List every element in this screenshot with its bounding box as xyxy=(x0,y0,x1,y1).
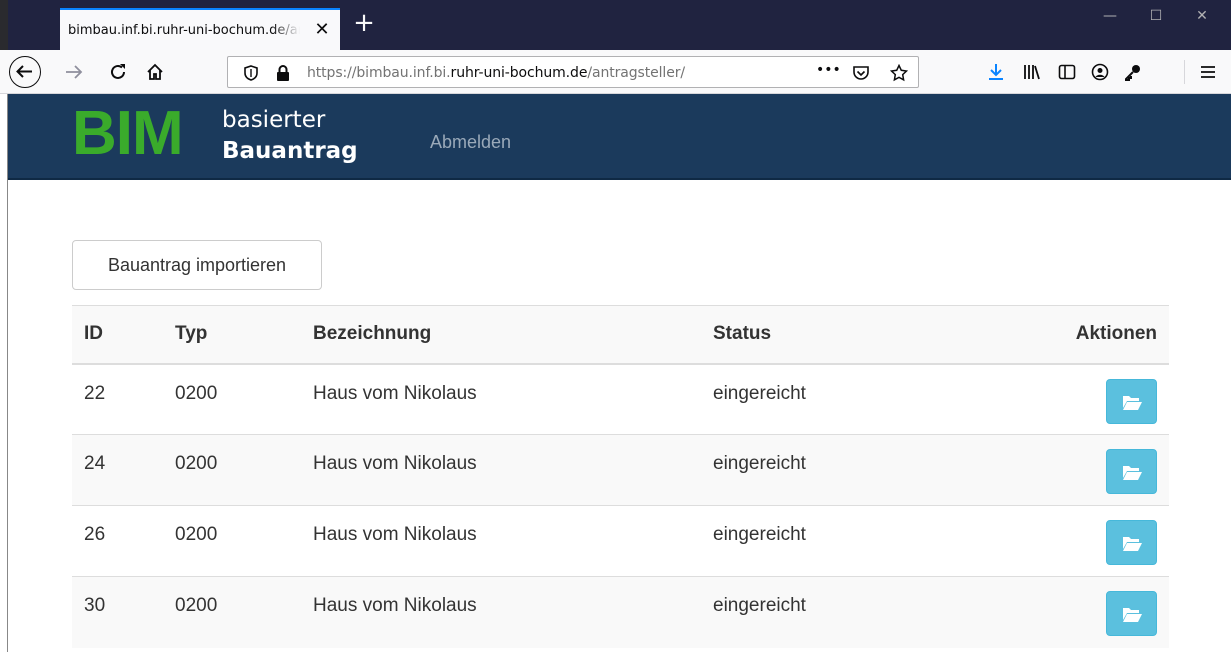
more-icon[interactable]: ••• xyxy=(816,62,841,80)
logo-subtitle-2: Bauantrag xyxy=(222,138,358,164)
star-icon[interactable] xyxy=(889,63,909,82)
tabbar-edge xyxy=(0,0,8,50)
maximize-icon[interactable]: ☐ xyxy=(1133,0,1179,32)
logo-subtitle-1: basierter xyxy=(222,107,326,133)
passwords-icon[interactable] xyxy=(1123,62,1143,82)
site-header: BIM basierter Bauantrag Abmelden xyxy=(8,94,1231,180)
open-antrag-button[interactable] xyxy=(1106,449,1157,494)
cell-id: 30 xyxy=(72,576,163,648)
table-header-row: ID Typ Bezeichnung Status Aktionen xyxy=(72,305,1169,365)
col-header-status: Status xyxy=(701,305,1001,365)
minimize-icon[interactable]: — xyxy=(1087,0,1133,32)
cell-status: eingereicht xyxy=(701,576,1001,648)
open-antrag-button[interactable] xyxy=(1106,520,1157,565)
cell-aktionen xyxy=(1001,434,1169,506)
cell-bezeichnung: Haus vom Nikolaus xyxy=(301,434,701,506)
sidebar-icon[interactable] xyxy=(1057,62,1077,82)
table-row: 24 0200 Haus vom Nikolaus eingereicht xyxy=(72,434,1169,506)
logout-link[interactable]: Abmelden xyxy=(430,131,511,153)
folder-open-icon xyxy=(1123,608,1142,622)
nav-bar: https://bimbau.inf.bi.ruhr-uni-bochum.de… xyxy=(0,50,1231,94)
folder-open-icon xyxy=(1123,395,1142,410)
reload-icon[interactable] xyxy=(108,62,128,82)
cell-typ: 0200 xyxy=(163,505,301,577)
home-icon[interactable] xyxy=(145,62,165,82)
cell-bezeichnung: Haus vom Nikolaus xyxy=(301,505,701,577)
tab-active[interactable]: bimbau.inf.bi.ruhr-uni-bochum.de/antrags… xyxy=(60,8,340,50)
cell-status: eingereicht xyxy=(701,434,1001,506)
tab-close-icon[interactable]: ✕ xyxy=(314,20,330,38)
tab-title: bimbau.inf.bi.ruhr-uni-bochum.de/antrags… xyxy=(68,22,300,38)
window-left-border xyxy=(0,94,8,652)
col-header-aktionen: Aktionen xyxy=(1001,305,1169,365)
cell-typ: 0200 xyxy=(163,363,301,435)
cell-aktionen xyxy=(1001,363,1169,435)
cell-aktionen xyxy=(1001,505,1169,577)
open-antrag-button[interactable] xyxy=(1106,591,1157,636)
toolbar-separator xyxy=(1184,60,1185,84)
col-header-typ: Typ xyxy=(163,305,301,365)
cell-typ: 0200 xyxy=(163,576,301,648)
cell-bezeichnung: Haus vom Nikolaus xyxy=(301,363,701,435)
import-bauantrag-button[interactable]: Bauantrag importieren xyxy=(72,240,322,290)
cell-status: eingereicht xyxy=(701,505,1001,577)
menu-icon[interactable] xyxy=(1198,62,1218,82)
window-close-icon[interactable]: ✕ xyxy=(1179,0,1225,32)
url-prefix: https://bimbau.inf.bi. xyxy=(307,65,451,81)
cell-id: 24 xyxy=(72,434,163,506)
col-header-id: ID xyxy=(72,305,163,365)
new-tab-button[interactable]: + xyxy=(352,10,376,36)
url-bar[interactable]: https://bimbau.inf.bi.ruhr-uni-bochum.de… xyxy=(227,56,919,88)
account-icon[interactable] xyxy=(1090,62,1110,82)
lock-icon[interactable] xyxy=(274,64,292,82)
folder-open-icon xyxy=(1123,537,1142,551)
tab-bar: bimbau.inf.bi.ruhr-uni-bochum.de/antrags… xyxy=(0,0,1231,50)
cell-status: eingereicht xyxy=(701,363,1001,435)
download-icon[interactable] xyxy=(986,62,1006,82)
logo-bim[interactable]: BIM xyxy=(72,103,184,165)
back-icon[interactable] xyxy=(9,56,41,88)
table-row: 30 0200 Haus vom Nikolaus eingereicht xyxy=(72,576,1169,648)
library-icon[interactable] xyxy=(1022,62,1042,82)
pocket-icon[interactable] xyxy=(852,64,870,82)
url-domain: ruhr-uni-bochum.de xyxy=(450,65,588,81)
cell-typ: 0200 xyxy=(163,434,301,506)
cell-id: 26 xyxy=(72,505,163,577)
cell-id: 22 xyxy=(72,363,163,435)
table-row: 26 0200 Haus vom Nikolaus eingereicht xyxy=(72,505,1169,577)
col-header-bezeichnung: Bezeichnung xyxy=(301,305,701,365)
folder-open-icon xyxy=(1123,466,1142,480)
shield-icon[interactable] xyxy=(242,64,260,82)
url-text[interactable]: https://bimbau.inf.bi.ruhr-uni-bochum.de… xyxy=(307,65,685,81)
forward-icon[interactable] xyxy=(64,62,84,82)
open-antrag-button[interactable] xyxy=(1106,378,1157,424)
url-path: /antragsteller/ xyxy=(587,65,685,81)
antrag-table: ID Typ Bezeichnung Status Aktionen 22 02… xyxy=(72,305,1169,648)
cell-bezeichnung: Haus vom Nikolaus xyxy=(301,576,701,648)
cell-aktionen xyxy=(1001,576,1169,648)
table-row: 22 0200 Haus vom Nikolaus eingereicht xyxy=(72,363,1169,435)
